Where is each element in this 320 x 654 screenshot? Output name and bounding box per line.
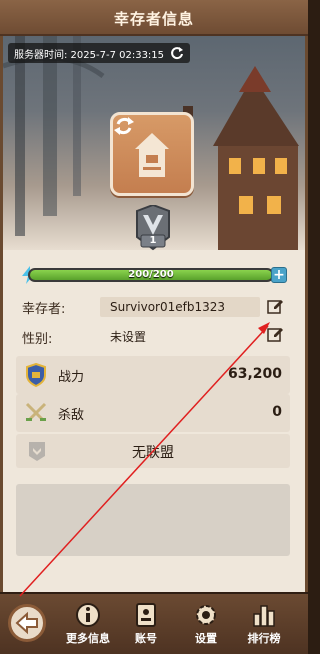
account-card-icon [136,603,156,627]
hp-bar: 200/200 [28,268,274,282]
power-shield-icon [26,363,46,387]
info-icon [76,603,100,627]
nav-settings-label: 设置 [195,632,217,645]
page-title: 幸存者信息 [113,10,194,28]
gender-label: 性别: [22,332,53,347]
add-hp-button[interactable]: + [271,267,287,283]
base-building-card[interactable] [110,112,194,196]
title-bar: 幸存者信息 [0,0,308,36]
gender-field: 未设置 [110,330,147,344]
nav-leaderboard[interactable]: 排行榜 [236,602,292,650]
survivor-label: 幸存者: [22,302,66,317]
nav-leaderboard-label: 排行榜 [247,632,281,645]
server-time-badge: 服务器时间: 2025-7-7 02:33:15 [8,43,191,63]
nav-account[interactable]: 账号 [118,602,174,650]
empty-info-panel [16,484,290,556]
refresh-icon[interactable] [170,46,184,60]
back-arrow-icon [15,611,38,635]
back-button[interactable] [8,604,46,642]
power-row: 战力 63,200 [16,356,290,394]
alliance-row[interactable]: 无联盟 [16,434,290,468]
edit-name-icon[interactable] [266,298,284,316]
kills-row: 杀敌 0 [16,394,290,432]
kills-label: 杀敌 [58,408,85,423]
nav-settings[interactable]: 设置 [178,602,234,650]
server-time-text: 服务器时间: 2025-7-7 02:33:15 [14,49,165,61]
leaderboard-bars-icon [253,605,275,627]
rank-badge: 1 [129,203,177,253]
rank-level-text: 1 [149,235,157,246]
power-value: 63,200 [227,366,282,382]
swap-icon[interactable] [113,115,135,137]
nav-more-info[interactable]: 更多信息 [60,602,116,650]
crossed-swords-icon [25,402,47,422]
hp-text: 200/200 [128,269,174,280]
kills-value: 0 [272,404,282,420]
nav-account-label: 账号 [135,632,157,645]
power-label: 战力 [58,370,85,385]
alliance-label: 无联盟 [132,445,174,461]
gear-icon [196,605,216,625]
nav-more-info-label: 更多信息 [66,632,110,645]
edit-gender-icon[interactable] [266,326,284,344]
hp-bar-row: 200/200 + [22,266,287,284]
survivor-name-field: Survivor01efb1323 [100,297,260,317]
